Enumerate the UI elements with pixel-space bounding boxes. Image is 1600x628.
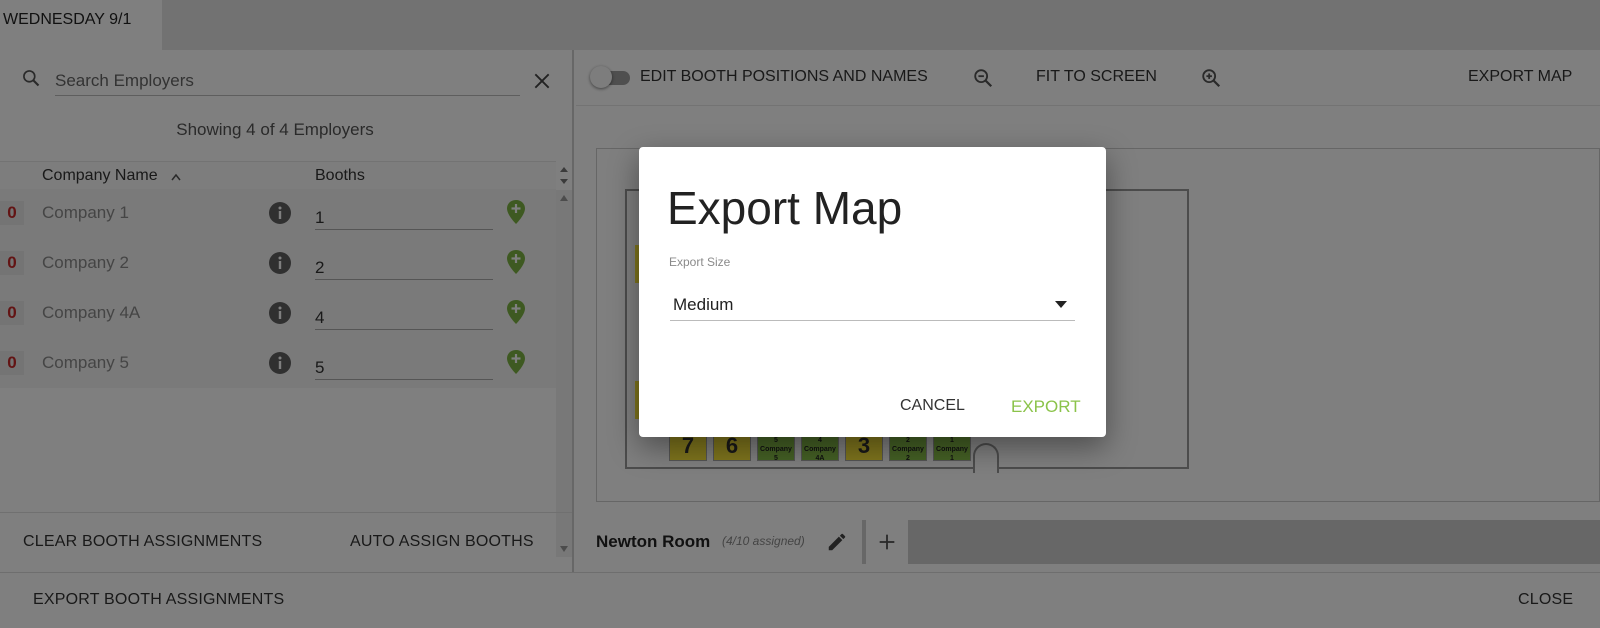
export-size-select[interactable]: Medium (670, 287, 1075, 321)
dialog-title: Export Map (667, 182, 903, 234)
dropdown-arrow-icon (1055, 301, 1067, 308)
export-map-dialog: Export Map Export Size Medium CANCEL EXP… (639, 147, 1106, 437)
export-button[interactable]: EXPORT (1011, 397, 1081, 417)
export-size-label: Export Size (669, 255, 731, 269)
export-size-value: Medium (673, 295, 734, 314)
cancel-button[interactable]: CANCEL (900, 397, 965, 415)
